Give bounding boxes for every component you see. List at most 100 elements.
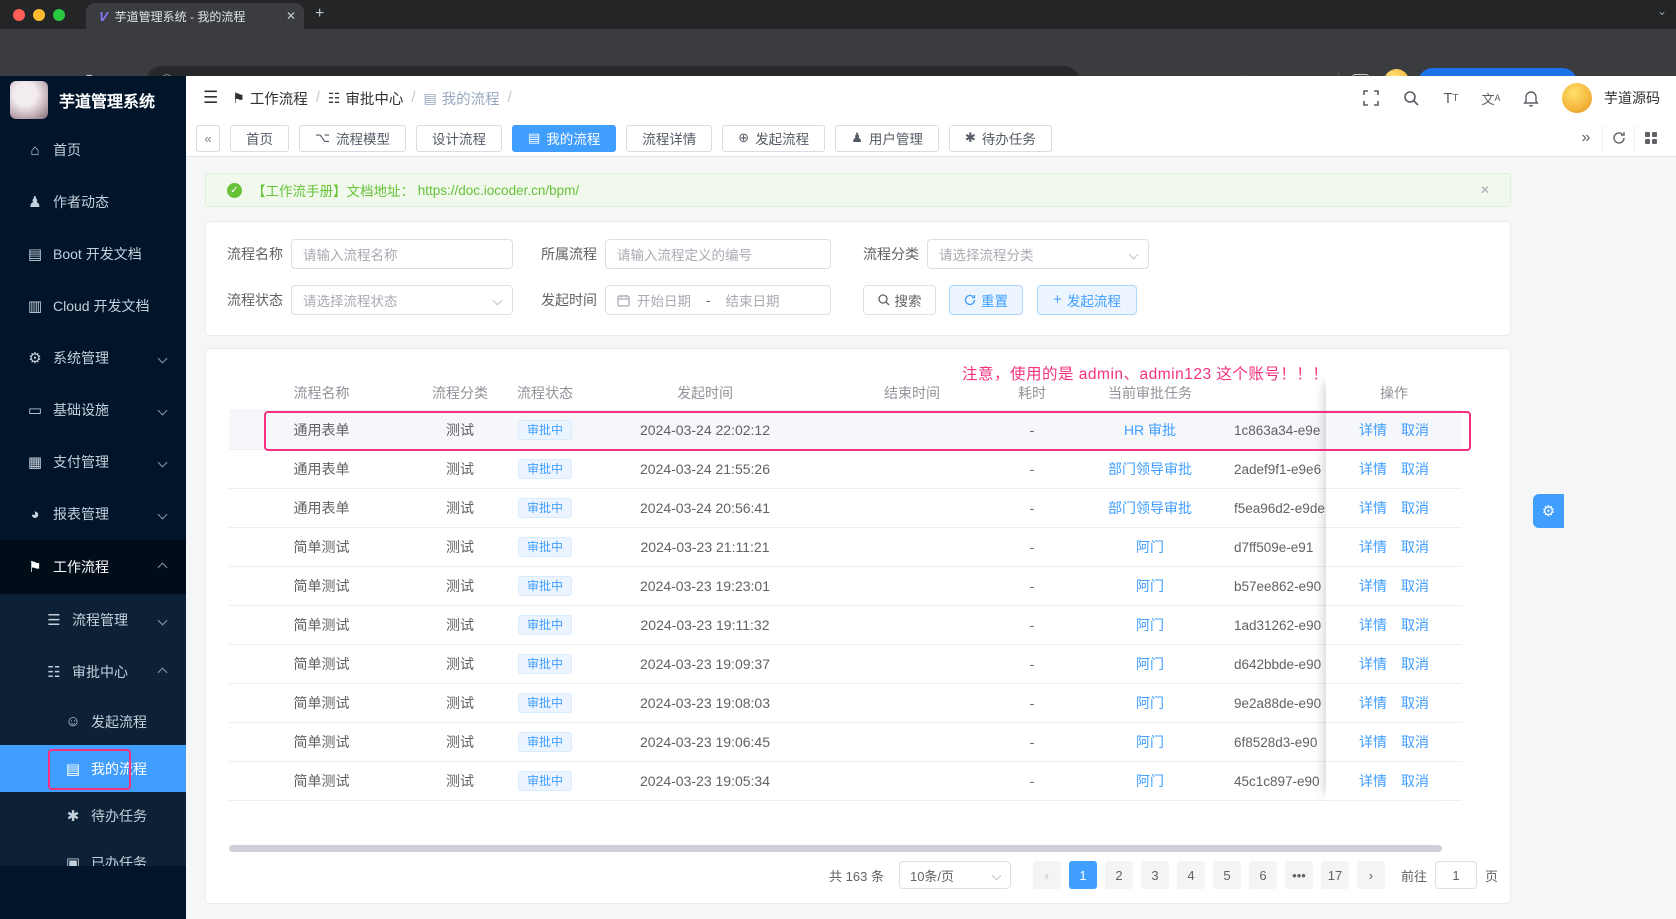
chevron-icon bbox=[157, 457, 168, 467]
create-process-button[interactable]: + 发起流程 bbox=[1037, 285, 1137, 315]
cancel-link[interactable]: 取消 bbox=[1401, 615, 1429, 635]
sidebar-item[interactable]: ▦ 支付管理 bbox=[0, 436, 186, 488]
status-select[interactable]: 请选择流程状态 bbox=[291, 285, 513, 315]
collapse-menu-icon[interactable]: ☰ bbox=[203, 88, 218, 108]
sidebar-item[interactable]: ♟ 作者动态 bbox=[0, 176, 186, 228]
next-page-button[interactable]: › bbox=[1356, 861, 1385, 889]
sidebar-item[interactable]: ⚙ 系统管理 bbox=[0, 332, 186, 384]
page-size-select[interactable]: 10条/页 bbox=[898, 861, 1011, 889]
detail-link[interactable]: 详情 bbox=[1359, 615, 1387, 635]
settings-gear-button[interactable]: ⚙ bbox=[1533, 494, 1564, 528]
user-avatar[interactable] bbox=[1562, 83, 1592, 113]
view-tab[interactable]: 首页 bbox=[230, 124, 289, 152]
bell-icon[interactable] bbox=[1522, 89, 1540, 107]
new-tab-button[interactable]: + bbox=[315, 5, 324, 23]
page-button[interactable]: 3 bbox=[1140, 861, 1169, 889]
view-tab[interactable]: 流程详情 bbox=[626, 124, 713, 152]
detail-link[interactable]: 详情 bbox=[1359, 537, 1387, 557]
sidebar-item[interactable]: ▣ 已办任务 bbox=[0, 839, 186, 866]
page-button[interactable]: 5 bbox=[1212, 861, 1241, 889]
current-task-link[interactable]: 阿门 bbox=[1136, 539, 1164, 555]
alert-link[interactable]: https://doc.iocoder.cn/bpm/ bbox=[418, 183, 579, 198]
alert-close-icon[interactable]: ✕ bbox=[1480, 183, 1490, 197]
scroll-tabs-left-icon[interactable]: « bbox=[196, 124, 220, 152]
sidebar-item[interactable]: ▭ 基础设施 bbox=[0, 384, 186, 436]
view-tab[interactable]: ⌥ 流程模型 bbox=[299, 124, 406, 152]
current-task-link[interactable]: 阿门 bbox=[1136, 656, 1164, 672]
cancel-link[interactable]: 取消 bbox=[1401, 693, 1429, 713]
translate-icon[interactable]: 文A bbox=[1481, 89, 1500, 107]
view-tab[interactable]: ⊕ 发起流程 bbox=[722, 124, 826, 152]
detail-link[interactable]: 详情 bbox=[1359, 498, 1387, 518]
cancel-link[interactable]: 取消 bbox=[1401, 654, 1429, 674]
view-tab[interactable]: 设计流程 bbox=[415, 124, 502, 152]
view-tab[interactable]: ✱ 待办任务 bbox=[948, 124, 1052, 152]
current-task-link[interactable]: 阿门 bbox=[1136, 617, 1164, 633]
refresh-page-icon[interactable] bbox=[1602, 124, 1634, 152]
app-logo[interactable]: 芋道管理系统 bbox=[0, 76, 186, 124]
sidebar-item[interactable]: ☰ 流程管理 bbox=[0, 594, 186, 646]
definition-input[interactable]: 请输入流程定义的编号 bbox=[605, 239, 831, 269]
detail-link[interactable]: 详情 bbox=[1359, 459, 1387, 479]
cancel-link[interactable]: 取消 bbox=[1401, 576, 1429, 596]
cell-start-time: 2024-03-24 20:56:41 bbox=[640, 500, 770, 516]
prev-page-button[interactable]: ‹ bbox=[1032, 861, 1061, 889]
cancel-link[interactable]: 取消 bbox=[1401, 537, 1429, 557]
current-task-link[interactable]: 阿门 bbox=[1136, 578, 1164, 594]
current-task-link[interactable]: 部门领导审批 bbox=[1108, 500, 1192, 516]
category-select[interactable]: 请选择流程分类 bbox=[927, 239, 1149, 269]
column-header: 耗时 bbox=[1018, 384, 1046, 401]
layout-grid-icon[interactable] bbox=[1634, 124, 1666, 152]
current-task-link[interactable]: 阿门 bbox=[1136, 695, 1164, 711]
page-button[interactable]: ••• bbox=[1284, 861, 1313, 889]
macos-minimize-button[interactable] bbox=[33, 9, 45, 21]
sidebar-item[interactable]: ▤ Boot 开发文档 bbox=[0, 228, 186, 280]
current-task-link[interactable]: 部门领导审批 bbox=[1108, 461, 1192, 477]
macos-zoom-button[interactable] bbox=[53, 9, 65, 21]
sidebar-item[interactable]: ⌂ 首页 bbox=[0, 124, 186, 176]
name-input[interactable]: 请输入流程名称 bbox=[291, 239, 513, 269]
cancel-link[interactable]: 取消 bbox=[1401, 459, 1429, 479]
sidebar-item[interactable]: ☺ 发起流程 bbox=[0, 698, 186, 745]
sidebar-item[interactable]: ◕ 报表管理 bbox=[0, 488, 186, 540]
horizontal-scrollbar[interactable] bbox=[229, 845, 1442, 852]
detail-link[interactable]: 详情 bbox=[1359, 771, 1387, 791]
browser-tab[interactable]: V 芋道管理系统 - 我的流程 ✕ bbox=[86, 3, 304, 29]
date-range-picker[interactable]: 开始日期 - 结束日期 bbox=[605, 285, 831, 315]
reset-button[interactable]: 重置 bbox=[949, 285, 1023, 315]
cancel-link[interactable]: 取消 bbox=[1401, 498, 1429, 518]
current-task-link[interactable]: 阿门 bbox=[1136, 773, 1164, 789]
breadcrumb-item[interactable]: ☷ 审批中心 bbox=[328, 88, 416, 109]
breadcrumb-item[interactable]: ⚑ 工作流程 bbox=[232, 88, 320, 109]
font-size-icon[interactable]: TT bbox=[1442, 89, 1460, 107]
breadcrumb-item[interactable]: ▤ 我的流程 bbox=[423, 88, 511, 109]
page-button[interactable]: 6 bbox=[1248, 861, 1277, 889]
sidebar-item[interactable]: ☷ 审批中心 bbox=[0, 646, 186, 698]
detail-link[interactable]: 详情 bbox=[1359, 576, 1387, 596]
view-tab[interactable]: ▤ 我的流程 bbox=[511, 124, 617, 152]
fullscreen-icon[interactable] bbox=[1362, 89, 1380, 107]
current-task-link[interactable]: 阿门 bbox=[1136, 734, 1164, 750]
cancel-link[interactable]: 取消 bbox=[1401, 732, 1429, 752]
page-button[interactable]: 1 bbox=[1068, 861, 1097, 889]
page-button[interactable]: 17 bbox=[1320, 861, 1349, 889]
sidebar-item[interactable]: ⚑ 工作流程 bbox=[0, 540, 186, 594]
scroll-tabs-right-icon[interactable]: » bbox=[1570, 125, 1602, 152]
tab-search-icon[interactable]: ⌄ bbox=[1657, 4, 1667, 18]
search-button[interactable]: 搜索 bbox=[863, 285, 936, 315]
goto-page-input[interactable] bbox=[1434, 861, 1477, 889]
page-button[interactable]: 4 bbox=[1176, 861, 1205, 889]
row-actions: 详情 取消 bbox=[1326, 528, 1462, 567]
cell-start-time: 2024-03-23 19:06:45 bbox=[640, 734, 770, 750]
cancel-link[interactable]: 取消 bbox=[1401, 771, 1429, 791]
sidebar-item[interactable]: ▥ Cloud 开发文档 bbox=[0, 280, 186, 332]
tab-close-icon[interactable]: ✕ bbox=[286, 9, 296, 23]
detail-link[interactable]: 详情 bbox=[1359, 693, 1387, 713]
search-icon[interactable] bbox=[1402, 89, 1420, 107]
detail-link[interactable]: 详情 bbox=[1359, 732, 1387, 752]
sidebar-item[interactable]: ✱ 待办任务 bbox=[0, 792, 186, 839]
macos-close-button[interactable] bbox=[13, 9, 25, 21]
detail-link[interactable]: 详情 bbox=[1359, 654, 1387, 674]
view-tab[interactable]: ♟ 用户管理 bbox=[835, 124, 939, 152]
page-button[interactable]: 2 bbox=[1104, 861, 1133, 889]
